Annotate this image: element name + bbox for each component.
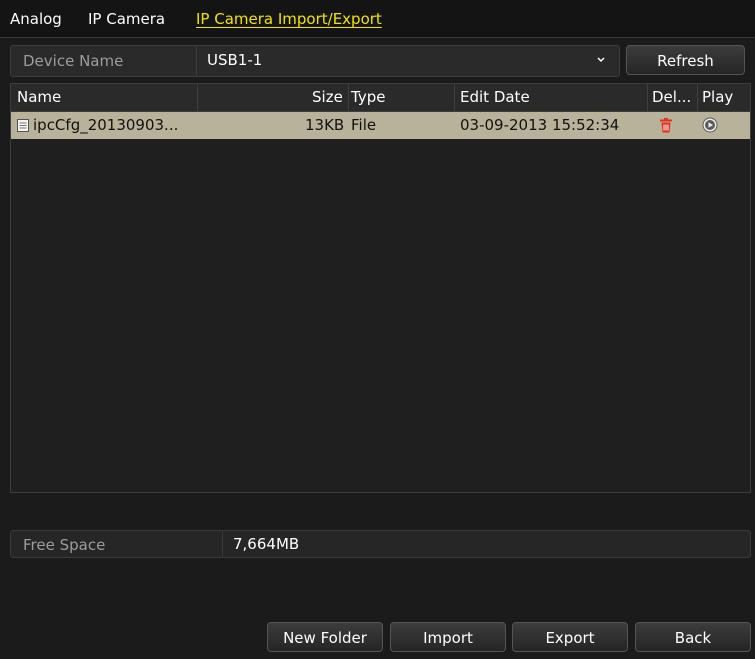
device-name-label: Device Name <box>23 52 124 70</box>
column-divider[interactable] <box>197 84 198 111</box>
column-divider[interactable] <box>647 84 648 111</box>
new-folder-button[interactable]: New Folder <box>267 622 383 652</box>
free-space-divider <box>222 531 223 557</box>
file-type: File <box>351 116 377 134</box>
device-name-value: USB1-1 <box>207 51 263 69</box>
table-row[interactable]: ipcCfg_20130903... 13KB File 03-09-2013 … <box>11 112 750 139</box>
back-button[interactable]: Back <box>635 622 751 652</box>
column-header-edit-date[interactable]: Edit Date <box>460 88 530 106</box>
file-icon <box>17 119 29 132</box>
device-name-select[interactable]: Device Name USB1-1 <box>10 45 620 77</box>
column-header-delete[interactable]: Del... <box>652 88 691 106</box>
free-space-label: Free Space <box>23 536 106 554</box>
file-edit-date: 03-09-2013 15:52:34 <box>460 116 620 134</box>
tab-ip-camera[interactable]: IP Camera <box>88 10 165 28</box>
refresh-button[interactable]: Refresh <box>626 45 745 75</box>
free-space-value: 7,664MB <box>233 535 300 553</box>
file-name: ipcCfg_20130903... <box>33 116 179 134</box>
column-divider[interactable] <box>454 84 455 111</box>
free-space-row: Free Space 7,664MB <box>10 530 751 558</box>
trash-icon[interactable] <box>659 118 673 133</box>
tab-bar: Analog IP Camera IP Camera Import/Export <box>0 0 755 38</box>
column-header-size[interactable]: Size <box>312 88 343 106</box>
table-header: Name Size Type Edit Date Del... Play <box>11 84 750 112</box>
tab-ip-camera-import-export[interactable]: IP Camera Import/Export <box>196 10 382 28</box>
column-divider[interactable] <box>697 84 698 111</box>
export-button[interactable]: Export <box>512 622 628 652</box>
chevron-down-icon <box>597 57 605 63</box>
column-divider[interactable] <box>348 84 349 111</box>
file-table: Name Size Type Edit Date Del... Play ipc… <box>10 83 751 493</box>
play-circle-icon[interactable] <box>702 117 718 133</box>
import-button[interactable]: Import <box>390 622 506 652</box>
column-header-play[interactable]: Play <box>702 88 733 106</box>
file-size: 13KB <box>305 116 345 134</box>
tab-analog[interactable]: Analog <box>10 10 62 28</box>
column-header-type[interactable]: Type <box>351 88 385 106</box>
device-divider <box>196 46 197 76</box>
column-header-name[interactable]: Name <box>17 88 61 106</box>
